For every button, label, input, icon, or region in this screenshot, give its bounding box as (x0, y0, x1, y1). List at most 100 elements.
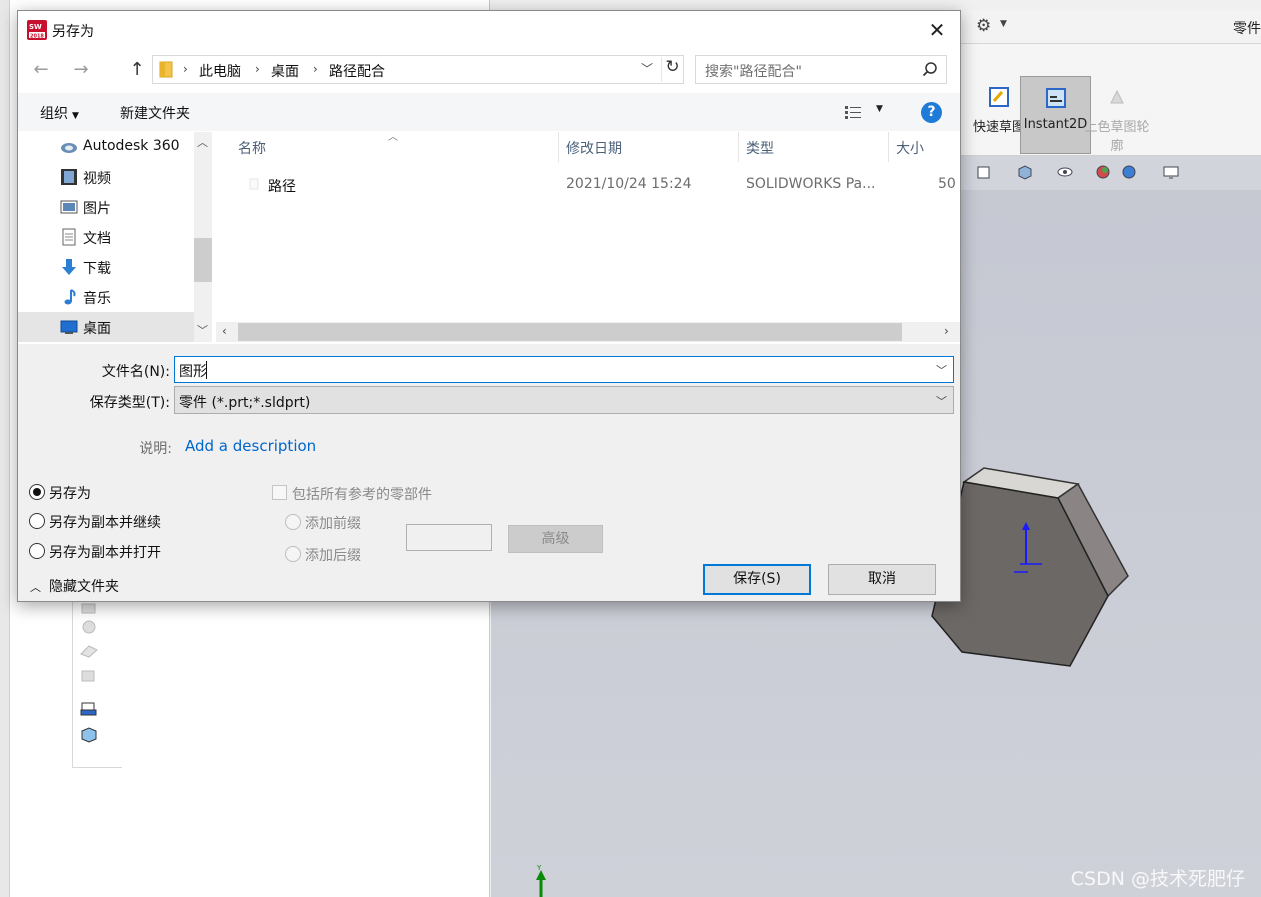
nav-item-label: 图片 (83, 201, 111, 217)
shaded-sketch-button[interactable]: 上色草图轮廓 (1082, 76, 1152, 154)
caret-down-icon: ▼ (72, 111, 79, 121)
file-list-hscrollbar[interactable]: ‹ › (216, 322, 960, 342)
nav-item-documents[interactable]: 文档 (18, 222, 194, 252)
radio-save-copy-open[interactable] (29, 543, 45, 559)
prefix-suffix-input[interactable] (406, 524, 492, 551)
nav-item-autodesk-360[interactable]: Autodesk 360 (18, 132, 194, 162)
close-icon: ✕ (928, 18, 946, 42)
radio-add-prefix[interactable] (285, 514, 301, 530)
nav-item-downloads[interactable]: 下载 (18, 252, 194, 282)
nav-item-pictures[interactable]: 图片 (18, 192, 194, 222)
feature-icon[interactable] (79, 600, 99, 618)
file-size: 50 (938, 176, 956, 192)
arrow-right-icon: → (73, 59, 89, 80)
save-copy-open-label[interactable]: 另存为副本并打开 (49, 542, 161, 562)
radio-save-copy-continue[interactable] (29, 513, 45, 529)
view-settings-icon[interactable] (1162, 164, 1180, 180)
organize-menu[interactable]: 组织 ▼ (40, 103, 79, 123)
feature-icon[interactable] (79, 700, 99, 718)
column-header-type[interactable]: 类型 (746, 138, 774, 168)
solidworks-app-icon: SW 2018 (27, 20, 47, 40)
solidworks-file-icon (249, 178, 259, 190)
breadcrumb-desktop[interactable]: 桌面 (271, 61, 299, 81)
cancel-button[interactable]: 取消 (828, 564, 936, 595)
scrollbar-thumb[interactable] (238, 323, 902, 341)
column-divider[interactable] (738, 132, 739, 162)
add-description-link[interactable]: Add a description (185, 437, 316, 455)
scroll-up-icon[interactable]: ︿ (197, 134, 208, 150)
nav-item-label: 音乐 (83, 291, 111, 307)
help-icon[interactable]: ? (921, 102, 942, 123)
save-button[interactable]: 保存(S) (703, 564, 811, 595)
breadcrumb-current-folder[interactable]: 路径配合 (329, 61, 385, 81)
display-style-icon[interactable] (1016, 164, 1034, 180)
file-type: SOLIDWORKS Pa... (746, 176, 876, 192)
shaded-sketch-icon (1110, 89, 1124, 104)
include-references-checkbox[interactable] (272, 485, 287, 500)
column-header-name[interactable]: 名称 (238, 138, 266, 168)
chevron-down-icon[interactable]: ﹀ (936, 362, 947, 378)
column-header-size[interactable]: 大小 (896, 138, 924, 168)
search-placeholder: 搜索"路径配合" (705, 64, 802, 80)
caret-down-icon[interactable]: ▼ (876, 104, 883, 114)
gear-icon[interactable]: ⚙ (976, 16, 991, 36)
column-divider[interactable] (888, 132, 889, 162)
instant2d-button[interactable]: Instant2D (1020, 76, 1091, 154)
nav-item-videos[interactable]: 视频 (18, 162, 194, 192)
save-as-label[interactable]: 另存为 (49, 483, 91, 503)
breadcrumb-this-pc[interactable]: 此电脑 (199, 61, 241, 81)
scene-icon[interactable] (1120, 164, 1138, 180)
download-icon (62, 259, 76, 275)
nav-item-label: 桌面 (83, 321, 111, 337)
scrollbar-thumb[interactable] (194, 238, 212, 282)
filename-label: 文件名(N): (101, 364, 170, 380)
description-label: 说明: (139, 441, 172, 457)
sketch-ribbon: 快速草图 Instant2D 上色草图轮廓 (960, 44, 1261, 156)
chevron-down-icon[interactable]: ﹀ (641, 60, 653, 77)
feature-icon[interactable] (79, 618, 99, 636)
nav-item-desktop[interactable]: 桌面 (18, 312, 194, 342)
axis-triad: Y (536, 864, 546, 897)
scroll-left-icon[interactable]: ‹ (222, 324, 227, 338)
nav-pane-scrollbar[interactable]: ︿ ﹀ (194, 132, 212, 342)
advanced-button[interactable]: 高级 (508, 525, 603, 553)
documents-icon (62, 228, 76, 246)
radio-save-as[interactable] (29, 484, 45, 500)
scroll-down-icon[interactable]: ﹀ (197, 322, 208, 338)
view-orientation-icon[interactable] (976, 164, 994, 180)
address-bar[interactable]: › 此电脑 › 桌面 › 路径配合 ﹀ ↻ (152, 55, 684, 84)
new-folder-button[interactable]: 新建文件夹 (120, 103, 190, 123)
navigation-row: ← → ↑ › 此电脑 › 桌面 › 路径配合 ﹀ ↻ 搜索"路径配合" (18, 51, 960, 91)
filetype-select[interactable]: 零件 (*.prt;*.sldprt) ﹀ (174, 386, 954, 414)
filename-input[interactable]: 图形 ﹀ (174, 356, 954, 383)
nav-item-label: 文档 (83, 231, 111, 247)
chevron-right-icon[interactable]: › (313, 62, 318, 76)
svg-text:2018: 2018 (30, 34, 44, 40)
file-row[interactable]: 路径 2021/10/24 15:24 SOLIDWORKS Pa... 50 (216, 170, 960, 200)
feature-icon[interactable] (79, 666, 99, 684)
radio-add-suffix[interactable] (285, 546, 301, 562)
hide-show-icon[interactable] (1056, 164, 1074, 180)
search-input[interactable]: 搜索"路径配合" (695, 55, 947, 84)
chevron-right-icon[interactable]: › (255, 62, 260, 76)
forward-button[interactable]: → (70, 59, 92, 81)
nav-item-music[interactable]: 音乐 (18, 282, 194, 312)
hide-folders-toggle[interactable]: ︿ 隐藏文件夹 (30, 576, 119, 596)
back-button[interactable]: ← (30, 59, 52, 81)
dialog-titlebar[interactable]: SW 2018 另存为 ✕ (18, 11, 960, 49)
filename-value: 图形 (179, 364, 207, 380)
column-divider[interactable] (558, 132, 559, 162)
feature-icon[interactable] (79, 726, 99, 744)
feature-icon[interactable] (79, 642, 99, 660)
chevron-down-icon[interactable]: ▼ (1000, 19, 1007, 29)
left-edge-strip (0, 0, 10, 897)
scroll-right-icon[interactable]: › (944, 324, 949, 338)
appearance-icon[interactable] (1094, 164, 1112, 180)
column-header-modified[interactable]: 修改日期 (566, 138, 622, 168)
view-options-icon[interactable] (844, 105, 862, 119)
close-button[interactable]: ✕ (914, 11, 960, 49)
add-suffix-label: 添加后缀 (305, 548, 361, 564)
save-copy-continue-label[interactable]: 另存为副本并继续 (49, 512, 161, 532)
up-button[interactable]: ↑ (126, 59, 148, 81)
refresh-icon[interactable]: ↻ (661, 57, 683, 82)
